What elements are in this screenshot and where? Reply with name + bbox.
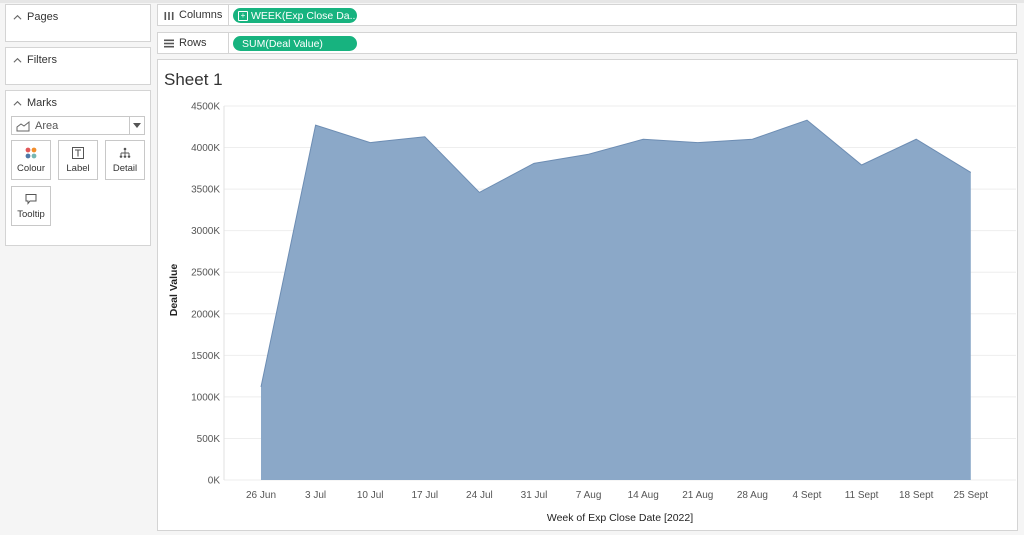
x-tick-label: 3 Jul bbox=[305, 490, 326, 501]
rows-pill-text: SUM(Deal Value) bbox=[242, 37, 323, 50]
detail-label: Detail bbox=[112, 163, 138, 174]
y-tick-label: 4500K bbox=[191, 102, 220, 113]
x-tick-label: 14 Aug bbox=[628, 490, 659, 501]
sheet-view: Sheet 1 0K 500K 1000K 1500K 2000K 2500K 3000K 3… bbox=[157, 59, 1018, 531]
x-tick-label: 17 Jul bbox=[411, 490, 438, 501]
x-tick-label: 21 Aug bbox=[682, 490, 713, 501]
filters-label: Filters bbox=[27, 54, 57, 66]
dropdown-caret-icon[interactable] bbox=[129, 117, 144, 134]
rows-shelf: Rows SUM(Deal Value) bbox=[157, 32, 1017, 54]
filters-card: Filters bbox=[5, 47, 151, 85]
tooltip-button[interactable]: Tooltip bbox=[11, 186, 51, 226]
data-point[interactable] bbox=[423, 135, 427, 139]
colour-button[interactable]: Colour bbox=[11, 140, 51, 180]
marks-label: Marks bbox=[27, 97, 57, 109]
x-tick-label: 4 Sept bbox=[793, 490, 822, 501]
y-tick-label: 0K bbox=[208, 476, 221, 487]
text-label-icon bbox=[72, 147, 84, 159]
y-axis-title: Deal Value bbox=[168, 264, 180, 317]
data-point[interactable] bbox=[750, 137, 754, 141]
columns-pill[interactable]: + WEEK(Exp Close Da... bbox=[233, 8, 357, 23]
x-tick-label: 7 Aug bbox=[576, 490, 602, 501]
y-tick-label: 3500K bbox=[191, 185, 220, 196]
x-tick-label: 10 Jul bbox=[357, 490, 384, 501]
columns-icon bbox=[164, 11, 174, 20]
pages-header[interactable]: Pages bbox=[13, 11, 58, 23]
data-point[interactable] bbox=[477, 190, 481, 194]
x-tick-label: 24 Jul bbox=[466, 490, 493, 501]
marks-header[interactable]: Marks bbox=[13, 97, 57, 109]
data-point[interactable] bbox=[259, 385, 263, 389]
columns-shelf: Columns + WEEK(Exp Close Da... bbox=[157, 4, 1017, 26]
data-point[interactable] bbox=[532, 161, 536, 165]
data-point[interactable] bbox=[314, 123, 318, 127]
x-tick-label: 31 Jul bbox=[521, 490, 548, 501]
rows-pill[interactable]: SUM(Deal Value) bbox=[233, 36, 357, 51]
pages-label: Pages bbox=[27, 11, 59, 23]
y-tick-label: 2000K bbox=[191, 309, 220, 320]
y-tick-label: 1000K bbox=[191, 392, 220, 403]
mark-type-value: Area bbox=[35, 119, 59, 132]
y-tick-label: 500K bbox=[197, 434, 221, 445]
pages-card: Pages bbox=[5, 4, 151, 42]
data-point[interactable] bbox=[641, 137, 645, 141]
y-tick-label: 2500K bbox=[191, 268, 220, 279]
shelf-divider bbox=[228, 33, 229, 53]
label-label: Label bbox=[66, 163, 90, 174]
data-point[interactable] bbox=[860, 163, 864, 167]
tooltip-label: Tooltip bbox=[17, 209, 45, 220]
area-series bbox=[261, 120, 971, 480]
x-tick-label: 28 Aug bbox=[737, 490, 768, 501]
columns-label: Columns bbox=[179, 9, 223, 21]
shelf-divider bbox=[228, 5, 229, 25]
mark-type-select[interactable]: Area bbox=[11, 116, 145, 135]
label-button[interactable]: Label bbox=[58, 140, 98, 180]
rows-label: Rows bbox=[179, 37, 207, 49]
y-tick-label: 3000K bbox=[191, 226, 220, 237]
expand-plus-icon[interactable]: + bbox=[238, 10, 248, 21]
chevron-up-icon[interactable] bbox=[13, 99, 22, 108]
data-point[interactable] bbox=[805, 118, 809, 122]
chevron-up-icon[interactable] bbox=[13, 13, 22, 22]
data-point[interactable] bbox=[696, 141, 700, 145]
data-point[interactable] bbox=[368, 141, 372, 145]
data-point[interactable] bbox=[587, 152, 591, 156]
y-tick-label: 1500K bbox=[191, 351, 220, 362]
x-tick-label: 11 Sept bbox=[845, 490, 879, 501]
columns-pill-text: WEEK(Exp Close Da... bbox=[251, 9, 357, 22]
columns-shelf-label: Columns bbox=[164, 5, 228, 25]
filters-header[interactable]: Filters bbox=[13, 54, 57, 66]
x-tick-label: 25 Sept bbox=[954, 490, 989, 501]
detail-icon bbox=[119, 147, 131, 158]
area-chart-icon bbox=[16, 120, 30, 131]
y-tick-label: 4000K bbox=[191, 143, 220, 154]
x-tick-label: 18 Sept bbox=[899, 490, 934, 501]
colour-label: Colour bbox=[17, 163, 45, 174]
x-axis-title: Week of Exp Close Date [2022] bbox=[547, 512, 693, 524]
data-point[interactable] bbox=[969, 170, 973, 174]
marks-card: Marks Area Colour Label Detail Tooltip bbox=[5, 90, 151, 246]
chevron-up-icon[interactable] bbox=[13, 56, 22, 65]
rows-icon bbox=[164, 39, 174, 47]
x-tick-label: 26 Jun bbox=[246, 490, 276, 501]
top-divider bbox=[0, 0, 1024, 3]
detail-button[interactable]: Detail bbox=[105, 140, 145, 180]
tooltip-icon bbox=[25, 194, 37, 205]
area-chart[interactable]: 0K 500K 1000K 1500K 2000K 2500K 3000K 3500K 4000… bbox=[158, 60, 1017, 530]
colour-icon bbox=[25, 147, 37, 159]
rows-shelf-label: Rows bbox=[164, 33, 228, 53]
data-point[interactable] bbox=[914, 137, 918, 141]
